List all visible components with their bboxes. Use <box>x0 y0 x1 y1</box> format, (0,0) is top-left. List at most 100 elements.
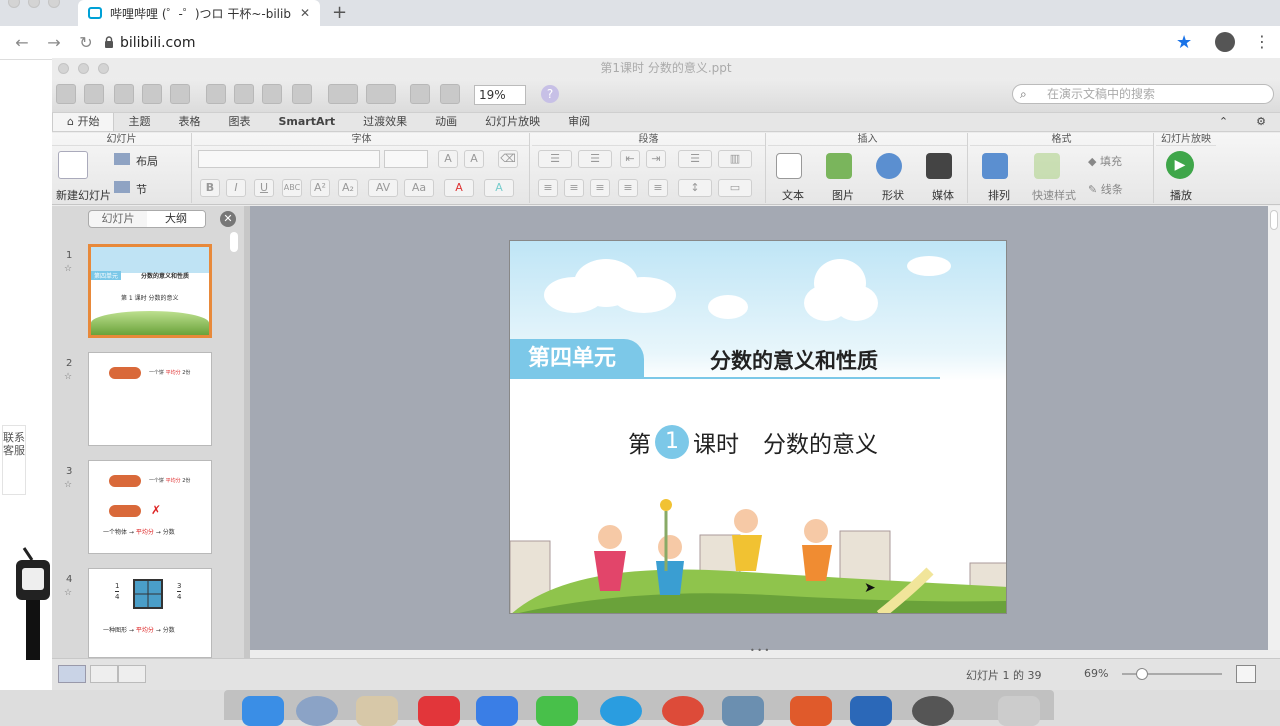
slide-thumbnail-2[interactable]: 一个饼 平均分 2份 <box>88 352 212 446</box>
grow-font-icon[interactable]: A <box>438 150 458 168</box>
tab-review[interactable]: 审阅 <box>554 113 604 131</box>
slide-vertical-scrollbar[interactable] <box>1268 206 1280 650</box>
redo-icon[interactable] <box>366 84 396 104</box>
slide-thumbnail-1[interactable]: 第四单元 分数的意义和性质 第 1 课时 分数的意义 <box>88 244 212 338</box>
fit-window-icon[interactable] <box>1236 665 1256 683</box>
justify-icon[interactable]: ≡ <box>618 179 638 197</box>
collapse-ribbon-icon[interactable]: ⌃ <box>1205 113 1242 131</box>
arrange-button[interactable]: 排列 <box>988 187 1010 203</box>
italic-icon[interactable]: I <box>226 179 246 197</box>
slide-sorter-icon[interactable] <box>410 84 430 104</box>
zoom-slider-thumb[interactable] <box>1136 668 1148 680</box>
window-zoom-dot[interactable] <box>48 0 60 8</box>
quick-styles-button[interactable]: 快速样式 <box>1032 187 1076 203</box>
line-button[interactable]: ✎ 线条 <box>1088 181 1123 197</box>
new-slide-icon[interactable] <box>58 151 88 179</box>
open-icon[interactable] <box>114 84 134 104</box>
subscript-icon[interactable]: A₂ <box>338 179 358 197</box>
ppt-close-dot[interactable] <box>58 63 69 74</box>
tab-slideshow[interactable]: 幻灯片放映 <box>471 113 554 131</box>
format-painter-icon[interactable] <box>292 84 312 104</box>
panel-tab-slides[interactable]: 幻灯片 <box>89 211 147 227</box>
insert-shape-button[interactable]: 形状 <box>882 187 904 203</box>
decrease-indent-icon[interactable]: ⇤ <box>620 150 640 168</box>
new-doc-icon[interactable] <box>56 84 76 104</box>
window-close-dot[interactable] <box>8 0 20 8</box>
font-name-select[interactable] <box>198 150 380 168</box>
text-effects-icon[interactable]: A <box>484 179 514 197</box>
font-size-select[interactable] <box>384 150 428 168</box>
quick-styles-icon[interactable] <box>1034 153 1060 179</box>
photos-icon[interactable] <box>722 696 764 726</box>
panel-scrollbar[interactable] <box>230 232 238 252</box>
presenter-view-icon[interactable] <box>118 665 146 683</box>
tab-themes[interactable]: 主题 <box>114 113 164 131</box>
panel-tab-outline[interactable]: 大纲 <box>147 211 205 227</box>
safari-icon[interactable] <box>600 696 642 726</box>
template-icon[interactable] <box>84 84 104 104</box>
insert-text-button[interactable]: 文本 <box>782 187 804 203</box>
tab-home[interactable]: ⌂ 开始 <box>52 113 115 131</box>
arrange-icon[interactable] <box>982 153 1008 179</box>
align-text-icon[interactable]: ▭ <box>718 179 752 197</box>
insert-media-button[interactable]: 媒体 <box>932 187 954 203</box>
align-center-icon[interactable]: ≡ <box>564 179 584 197</box>
fill-button[interactable]: ◆ 填充 <box>1088 153 1122 169</box>
columns-icon[interactable]: ▥ <box>718 150 752 168</box>
new-slide-button[interactable]: 新建幻灯片 <box>56 187 111 203</box>
preview-icon[interactable] <box>356 696 398 726</box>
distribute-icon[interactable]: ≡ <box>648 179 668 197</box>
picture-icon[interactable] <box>826 153 852 179</box>
tab-transitions[interactable]: 过渡效果 <box>349 113 421 131</box>
browser-menu-icon[interactable]: ⋮ <box>1254 32 1270 51</box>
ribbon-settings-icon[interactable]: ⚙ <box>1242 113 1280 131</box>
strikethrough-icon[interactable]: ABC <box>282 179 302 197</box>
text-box-icon[interactable] <box>776 153 802 179</box>
align-left-icon[interactable]: ≡ <box>538 179 558 197</box>
save-icon[interactable] <box>142 84 162 104</box>
trash-icon[interactable] <box>998 696 1040 726</box>
profile-avatar-icon[interactable] <box>1215 32 1235 52</box>
underline-icon[interactable]: U <box>254 179 274 197</box>
wechat-icon[interactable] <box>536 696 578 726</box>
superscript-icon[interactable]: A² <box>310 179 330 197</box>
media-icon[interactable] <box>926 153 952 179</box>
browser-tab[interactable]: 哔哩哔哩 (゜-゜)つロ 干杯~-bilibili ✕ <box>78 0 320 26</box>
app-icon[interactable] <box>912 696 954 726</box>
back-icon[interactable]: ← <box>12 33 32 53</box>
print-icon[interactable] <box>170 84 190 104</box>
help-icon[interactable]: ? <box>541 85 559 103</box>
bookmark-star-icon[interactable]: ★ <box>1176 32 1192 53</box>
search-input[interactable]: 在演示文稿中的搜索 <box>1012 84 1274 104</box>
paste-icon[interactable] <box>262 84 282 104</box>
finder-icon[interactable] <box>242 696 284 726</box>
cut-icon[interactable] <box>206 84 226 104</box>
netease-music-icon[interactable] <box>418 696 460 726</box>
media-browser-icon[interactable] <box>440 84 460 104</box>
font-color-icon[interactable]: A <box>444 179 474 197</box>
play-icon[interactable]: ▶ <box>1166 151 1194 179</box>
sorter-view-icon[interactable] <box>90 665 118 683</box>
baidu-netdisk-icon[interactable] <box>476 696 518 726</box>
zoom-select[interactable]: 19% <box>474 85 526 105</box>
bold-icon[interactable]: B <box>200 179 220 197</box>
tab-smartart[interactable]: SmartArt <box>264 113 349 131</box>
normal-view-icon[interactable] <box>58 665 86 683</box>
copy-icon[interactable] <box>234 84 254 104</box>
slide-thumbnail-4[interactable]: 14 34 一种图形 → 平均分 → 分数 <box>88 568 212 658</box>
align-right-icon[interactable]: ≡ <box>590 179 610 197</box>
line-spacing-icon[interactable]: ☰ <box>678 150 712 168</box>
chrome-icon[interactable] <box>662 696 704 726</box>
panel-close-icon[interactable]: ✕ <box>220 211 236 227</box>
tab-charts[interactable]: 图表 <box>214 113 264 131</box>
tab-animations[interactable]: 动画 <box>421 113 471 131</box>
powerpoint-icon[interactable] <box>790 696 832 726</box>
ppt-zoom-dot[interactable] <box>98 63 109 74</box>
current-slide[interactable]: 第四单元 分数的意义和性质 第 1 课时 分数的意义 <box>509 240 1007 614</box>
increase-indent-icon[interactable]: ⇥ <box>646 150 666 168</box>
bullets-icon[interactable]: ☰ <box>538 150 572 168</box>
clear-format-icon[interactable]: ⌫ <box>498 150 518 168</box>
numbering-icon[interactable]: ☰ <box>578 150 612 168</box>
shape-icon[interactable] <box>876 153 902 179</box>
url-field[interactable]: bilibili.com <box>120 35 195 51</box>
